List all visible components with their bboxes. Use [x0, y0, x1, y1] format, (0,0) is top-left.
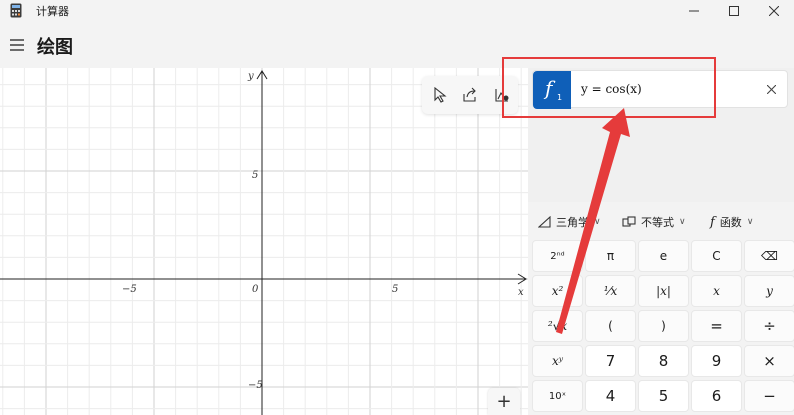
tab-label: 不等式 [641, 216, 674, 229]
close-window-button[interactable] [754, 0, 794, 22]
minimize-button[interactable] [674, 0, 714, 22]
x-variable-key-label: x [713, 284, 720, 298]
digit-8-key[interactable]: 8 [638, 345, 689, 377]
right-paren-key[interactable]: ) [638, 310, 689, 342]
graph-grid [0, 68, 528, 415]
second-function-key[interactable]: 2ⁿᵈ [532, 240, 583, 272]
ten-power-key[interactable]: 10ˣ [532, 380, 583, 412]
inequality-icon [622, 216, 636, 227]
maximize-button[interactable] [714, 0, 754, 22]
power-key[interactable]: xʸ [532, 345, 583, 377]
backspace-key[interactable]: ⌫ [744, 240, 794, 272]
window-title: 计算器 [36, 5, 69, 18]
chevron-down-icon: ∨ [746, 217, 754, 227]
square-root-key[interactable]: ²√x [532, 310, 583, 342]
square-key-label: x² [551, 284, 564, 298]
digit-4-key[interactable]: 4 [585, 380, 636, 412]
hamburger-icon[interactable] [8, 37, 26, 53]
minus-key[interactable]: − [744, 380, 794, 412]
tab-inequalities[interactable]: 不等式 ∨ [622, 214, 686, 230]
zoom-in-button[interactable]: + [488, 388, 520, 415]
minimize-icon [689, 10, 699, 12]
y-tick-label: −5 [248, 380, 263, 391]
pi-key[interactable]: π [585, 240, 636, 272]
tab-label: 函数 [719, 216, 742, 229]
absolute-value-key-label: |x| [656, 284, 671, 298]
y-axis-label: y [247, 71, 254, 82]
chevron-down-icon: ∨ [594, 217, 601, 227]
left-paren-key[interactable]: ( [585, 310, 636, 342]
remove-function-button[interactable] [763, 81, 779, 97]
x-axis-label: x [518, 287, 524, 298]
absolute-value-key[interactable]: |x| [638, 275, 689, 307]
digit-6-key[interactable]: 6 [691, 380, 742, 412]
title-bar: 计算器 [0, 0, 794, 22]
page-header: 绘图 [0, 26, 520, 66]
divide-key[interactable]: ÷ [744, 310, 794, 342]
page-title: 绘图 [37, 37, 73, 58]
square-key[interactable]: x² [532, 275, 583, 307]
tab-trigonometry[interactable]: 三角学 ∨ [538, 214, 601, 230]
tab-functions[interactable]: f 函数 ∨ [710, 214, 753, 230]
x-tick-label: −5 [122, 284, 137, 295]
equals-key[interactable]: = [691, 310, 742, 342]
x-tick-label: 5 [392, 284, 398, 295]
chevron-down-icon: ∨ [679, 217, 686, 227]
square-root-key-label: ²√x [547, 319, 568, 333]
share-button[interactable] [460, 85, 480, 105]
power-key-label: xʸ [551, 354, 564, 368]
close-icon [766, 84, 776, 94]
tab-label: 三角学 [556, 216, 589, 229]
graph-canvas[interactable]: y x −5 0 5 5 −5 [0, 68, 528, 415]
keyboard-tab-bar: 三角学 ∨ 不等式 ∨ f 函数 ∨ [528, 208, 794, 236]
digit-7-key[interactable]: 7 [585, 345, 636, 377]
calculator-app-icon [10, 3, 22, 18]
function-icon: f [710, 214, 715, 230]
x-variable-key[interactable]: x [691, 275, 742, 307]
x-tick-label: 0 [252, 284, 259, 295]
annotation-highlight-box [502, 57, 716, 118]
triangle-icon [538, 216, 551, 228]
keypad: 2ⁿᵈ π e C ⌫ x² ¹⁄x |x| x y ²√x ( ) = ÷ x… [530, 238, 794, 415]
y-variable-key[interactable]: y [744, 275, 794, 307]
graph-svg[interactable]: y x −5 0 5 5 −5 [0, 68, 528, 415]
clear-key[interactable]: C [691, 240, 742, 272]
share-icon [463, 87, 476, 102]
cursor-icon [434, 87, 447, 103]
digit-9-key[interactable]: 9 [691, 345, 742, 377]
y-variable-key-label: y [766, 284, 773, 298]
reciprocal-key-label: ¹⁄x [603, 284, 618, 298]
multiply-key[interactable]: × [744, 345, 794, 377]
e-key[interactable]: e [638, 240, 689, 272]
maximize-icon [729, 6, 739, 16]
digit-5-key[interactable]: 5 [638, 380, 689, 412]
y-tick-label: 5 [252, 170, 258, 181]
trace-button[interactable] [430, 85, 450, 105]
reciprocal-key[interactable]: ¹⁄x [585, 275, 636, 307]
close-icon [769, 6, 779, 16]
